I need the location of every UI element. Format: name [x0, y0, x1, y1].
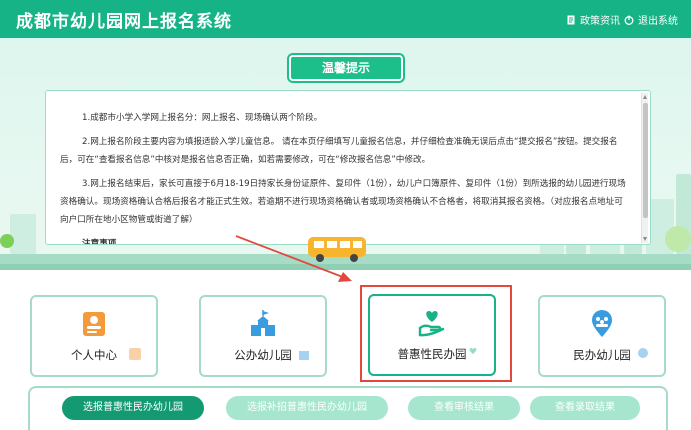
policy-news-button[interactable]: 政策资讯 — [566, 12, 620, 27]
notice-scrollbar[interactable] — [641, 93, 648, 243]
notice-paragraph: 3.网上报名结束后，家长可直接于6月18-19日持家长身份证原件、复印件（1份）… — [60, 179, 626, 225]
location-people-icon — [638, 348, 648, 358]
notice-box: 1.成都市小学入学网上报名分：网上报名、现场确认两个阶段。 2.网上报名阶段主要… — [45, 90, 651, 245]
private-kindergarten-card[interactable]: 民办幼儿园 — [538, 295, 666, 377]
person-card-icon — [129, 348, 141, 360]
school-bus-icon — [308, 237, 366, 262]
notice-content: 1.成都市小学入学网上报名分：网上报名、现场确认两个阶段。 2.网上报名阶段主要… — [60, 109, 630, 244]
scroll-down-icon[interactable] — [643, 237, 647, 241]
power-icon — [624, 15, 634, 25]
school-building-icon — [251, 310, 275, 336]
header-bar: 成都市幼儿园网上报名系统 政策资讯 退出系统 — [0, 0, 691, 38]
view-admission-result-button[interactable]: 查看录取结果 — [530, 396, 640, 420]
view-review-result-button[interactable]: 查看审核结果 — [408, 396, 520, 420]
scroll-thumb[interactable] — [643, 103, 648, 218]
policy-news-label: 政策资讯 — [580, 16, 620, 27]
school-building-icon — [299, 351, 309, 360]
scroll-up-icon[interactable] — [643, 95, 647, 99]
notice-paragraph: 1.成都市小学入学网上报名分：网上报名、现场确认两个阶段。 — [82, 113, 323, 123]
logout-label: 退出系统 — [638, 16, 678, 27]
select-inclusive-private-button[interactable]: 选报普惠性民办幼儿园 — [62, 396, 204, 420]
logout-button[interactable]: 退出系统 — [624, 12, 678, 27]
person-card-icon — [83, 312, 105, 336]
personal-center-card[interactable]: 个人中心 — [30, 295, 158, 377]
app-title: 成都市幼儿园网上报名系统 — [16, 12, 232, 32]
tips-badge: 温馨提示 — [289, 55, 403, 81]
public-kindergarten-card[interactable]: 公办幼儿园 — [199, 295, 327, 377]
location-people-icon — [592, 310, 612, 337]
document-icon — [567, 15, 575, 24]
select-supplementary-inclusive-button[interactable]: 选报补招普惠性民办幼儿园 — [226, 396, 388, 420]
highlight-frame — [360, 285, 512, 382]
notice-paragraph: 2.网上报名阶段主要内容为填报适龄入学儿童信息。 请在本页仔细填写儿童报名信息，… — [60, 137, 618, 165]
